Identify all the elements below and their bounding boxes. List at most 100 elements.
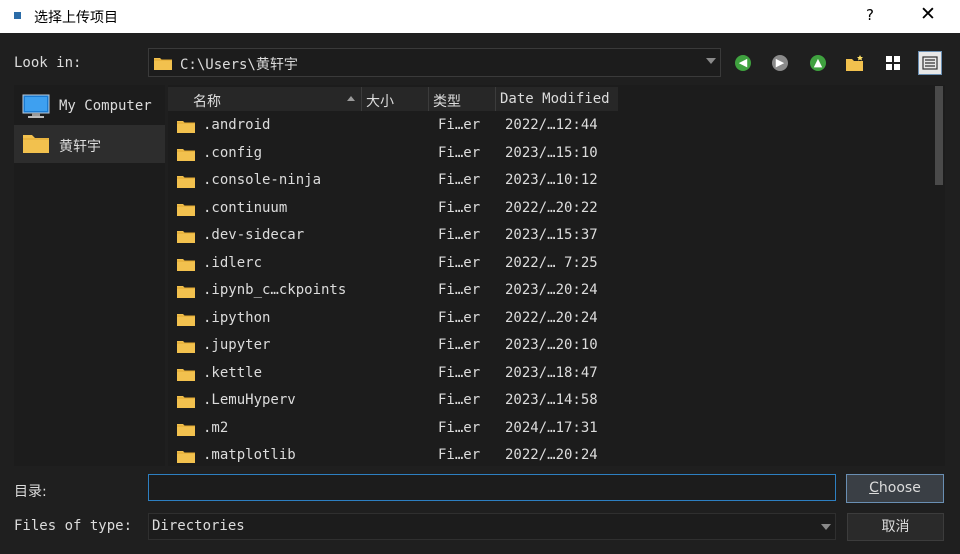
file-type: Fi…er [438, 199, 481, 216]
file-row[interactable]: .dev-sidecar Fi…er 2023/…15:37 [168, 222, 933, 249]
cancel-button[interactable]: 取消 [847, 513, 944, 541]
file-date-modified: 2022/… 7:25 [505, 254, 598, 271]
file-row[interactable]: .console-ninja Fi…er 2023/…10:12 [168, 167, 933, 194]
sidebar-item-label: My Computer [59, 98, 152, 114]
sidebar-item-home[interactable]: 黄轩宇 [14, 125, 165, 163]
folder-icon [176, 118, 196, 138]
file-row[interactable]: .jupyter Fi…er 2023/…20:10 [168, 332, 933, 359]
folder-icon [176, 448, 196, 466]
folder-icon [176, 421, 196, 441]
file-type: Fi…er [438, 419, 481, 436]
folder-icon [176, 146, 196, 166]
file-date-modified: 2024/…17:31 [505, 419, 598, 436]
places-sidebar: My Computer 黄轩宇 [14, 85, 165, 466]
close-button[interactable]: ✕ [920, 3, 936, 25]
directory-label: 目录: [14, 484, 47, 500]
file-row[interactable]: .ipython Fi…er 2022/…20:24 [168, 305, 933, 332]
file-name: .jupyter [203, 337, 271, 353]
chevron-down-icon[interactable] [706, 58, 716, 64]
sidebar-item-my-computer[interactable]: My Computer [14, 87, 165, 125]
file-date-modified: 2023/…20:24 [505, 282, 598, 298]
file-list[interactable]: 名称 大小 类型 Date Modified .android Fi…er 2022… [168, 85, 945, 466]
column-header-type[interactable]: 类型 [429, 87, 496, 111]
file-name: .ipython [203, 309, 271, 326]
folder-icon [176, 366, 196, 386]
scrollbar-thumb[interactable] [935, 86, 943, 185]
parent-directory-button[interactable]: ▲ [806, 51, 830, 75]
column-header-size[interactable]: 大小 [362, 87, 429, 111]
column-header-label: 大小 [366, 94, 394, 110]
details-icon [922, 56, 938, 70]
file-row[interactable]: .config Fi…er 2023/…15:10 [168, 140, 933, 167]
file-row[interactable]: .matplotlib Fi…er 2022/…20:24 [168, 442, 933, 466]
folder-icon [176, 283, 196, 303]
folder-icon [176, 256, 196, 276]
choose-button[interactable]: Choose [846, 474, 944, 503]
file-row[interactable]: .m2 Fi…er 2024/…17:31 [168, 415, 933, 442]
file-name: .android [203, 117, 271, 133]
arrow-up-icon: ▲ [810, 55, 826, 71]
choose-label: hoose [878, 480, 921, 496]
title-bar: 选择上传项目 ? ✕ [0, 0, 960, 33]
file-row[interactable]: .continuum Fi…er 2022/…20:22 [168, 195, 933, 222]
new-folder-button[interactable] [843, 51, 867, 75]
column-header-label: Date Modified [500, 91, 610, 107]
files-of-type-combo[interactable]: Directories [148, 513, 836, 540]
directory-input[interactable] [148, 474, 836, 501]
help-button[interactable]: ? [866, 6, 874, 24]
sidebar-item-label: 黄轩宇 [59, 139, 101, 155]
detail-view-button[interactable] [918, 51, 942, 75]
chevron-down-icon[interactable] [821, 524, 831, 530]
file-date-modified: 2023/…18:47 [505, 364, 598, 381]
files-of-type-value: Directories [152, 518, 245, 534]
files-of-type-label: Files of type: [14, 518, 133, 534]
file-date-modified: 2022/…20:24 [505, 447, 598, 463]
vertical-scrollbar[interactable] [933, 86, 945, 465]
folder-icon [153, 55, 173, 75]
new-folder-icon [846, 55, 863, 71]
file-date-modified: 2023/…20:10 [505, 337, 598, 353]
file-name: .continuum [203, 199, 288, 216]
file-row[interactable]: .idlerc Fi…er 2022/… 7:25 [168, 250, 933, 277]
file-row[interactable]: .kettle Fi…er 2023/…18:47 [168, 360, 933, 387]
folder-icon [176, 393, 196, 413]
file-row[interactable]: .android Fi…er 2022/…12:44 [168, 112, 933, 139]
file-date-modified: 2022/…20:24 [505, 309, 598, 326]
column-header-date-modified[interactable]: Date Modified [496, 87, 618, 111]
choose-mnemonic: C [869, 480, 879, 496]
file-type: Fi…er [438, 117, 481, 133]
back-button[interactable]: ◀ [731, 51, 755, 75]
computer-icon [22, 94, 50, 124]
look-in-combo[interactable]: C:\Users\黄轩宇 [148, 48, 721, 77]
file-name: .kettle [203, 364, 263, 381]
file-type: Fi…er [438, 227, 481, 243]
file-row[interactable]: .LemuHyperv Fi…er 2023/…14:58 [168, 387, 933, 414]
file-date-modified: 2022/…12:44 [505, 117, 598, 133]
grid-icon [886, 56, 900, 70]
file-row[interactable]: .ipynb_c…ckpoints Fi…er 2023/…20:24 [168, 277, 933, 304]
file-type: Fi…er [438, 447, 481, 463]
column-header-name[interactable]: 名称 [168, 87, 362, 111]
file-name: .ipynb_c…ckpoints [203, 282, 347, 298]
file-name: .LemuHyperv [203, 392, 296, 408]
column-header-label: 类型 [433, 94, 461, 110]
arrow-left-icon: ◀ [735, 55, 751, 71]
column-header-label: 名称 [193, 94, 221, 110]
file-type: Fi…er [438, 282, 481, 298]
folder-icon [176, 338, 196, 358]
file-name: .m2 [203, 419, 229, 436]
folder-icon [22, 132, 50, 158]
file-date-modified: 2023/…14:58 [505, 392, 598, 408]
file-name: .config [203, 144, 263, 161]
forward-button[interactable]: ▶ [768, 51, 792, 75]
file-name: .dev-sidecar [203, 227, 305, 243]
folder-icon [176, 201, 196, 221]
file-date-modified: 2022/…20:22 [505, 199, 598, 216]
file-type: Fi…er [438, 172, 481, 188]
app-icon [14, 12, 21, 19]
list-view-button[interactable] [881, 51, 905, 75]
sort-ascending-icon [347, 96, 355, 101]
window-title: 选择上传项目 [34, 10, 118, 26]
file-type: Fi…er [438, 337, 481, 353]
folder-icon [176, 311, 196, 331]
